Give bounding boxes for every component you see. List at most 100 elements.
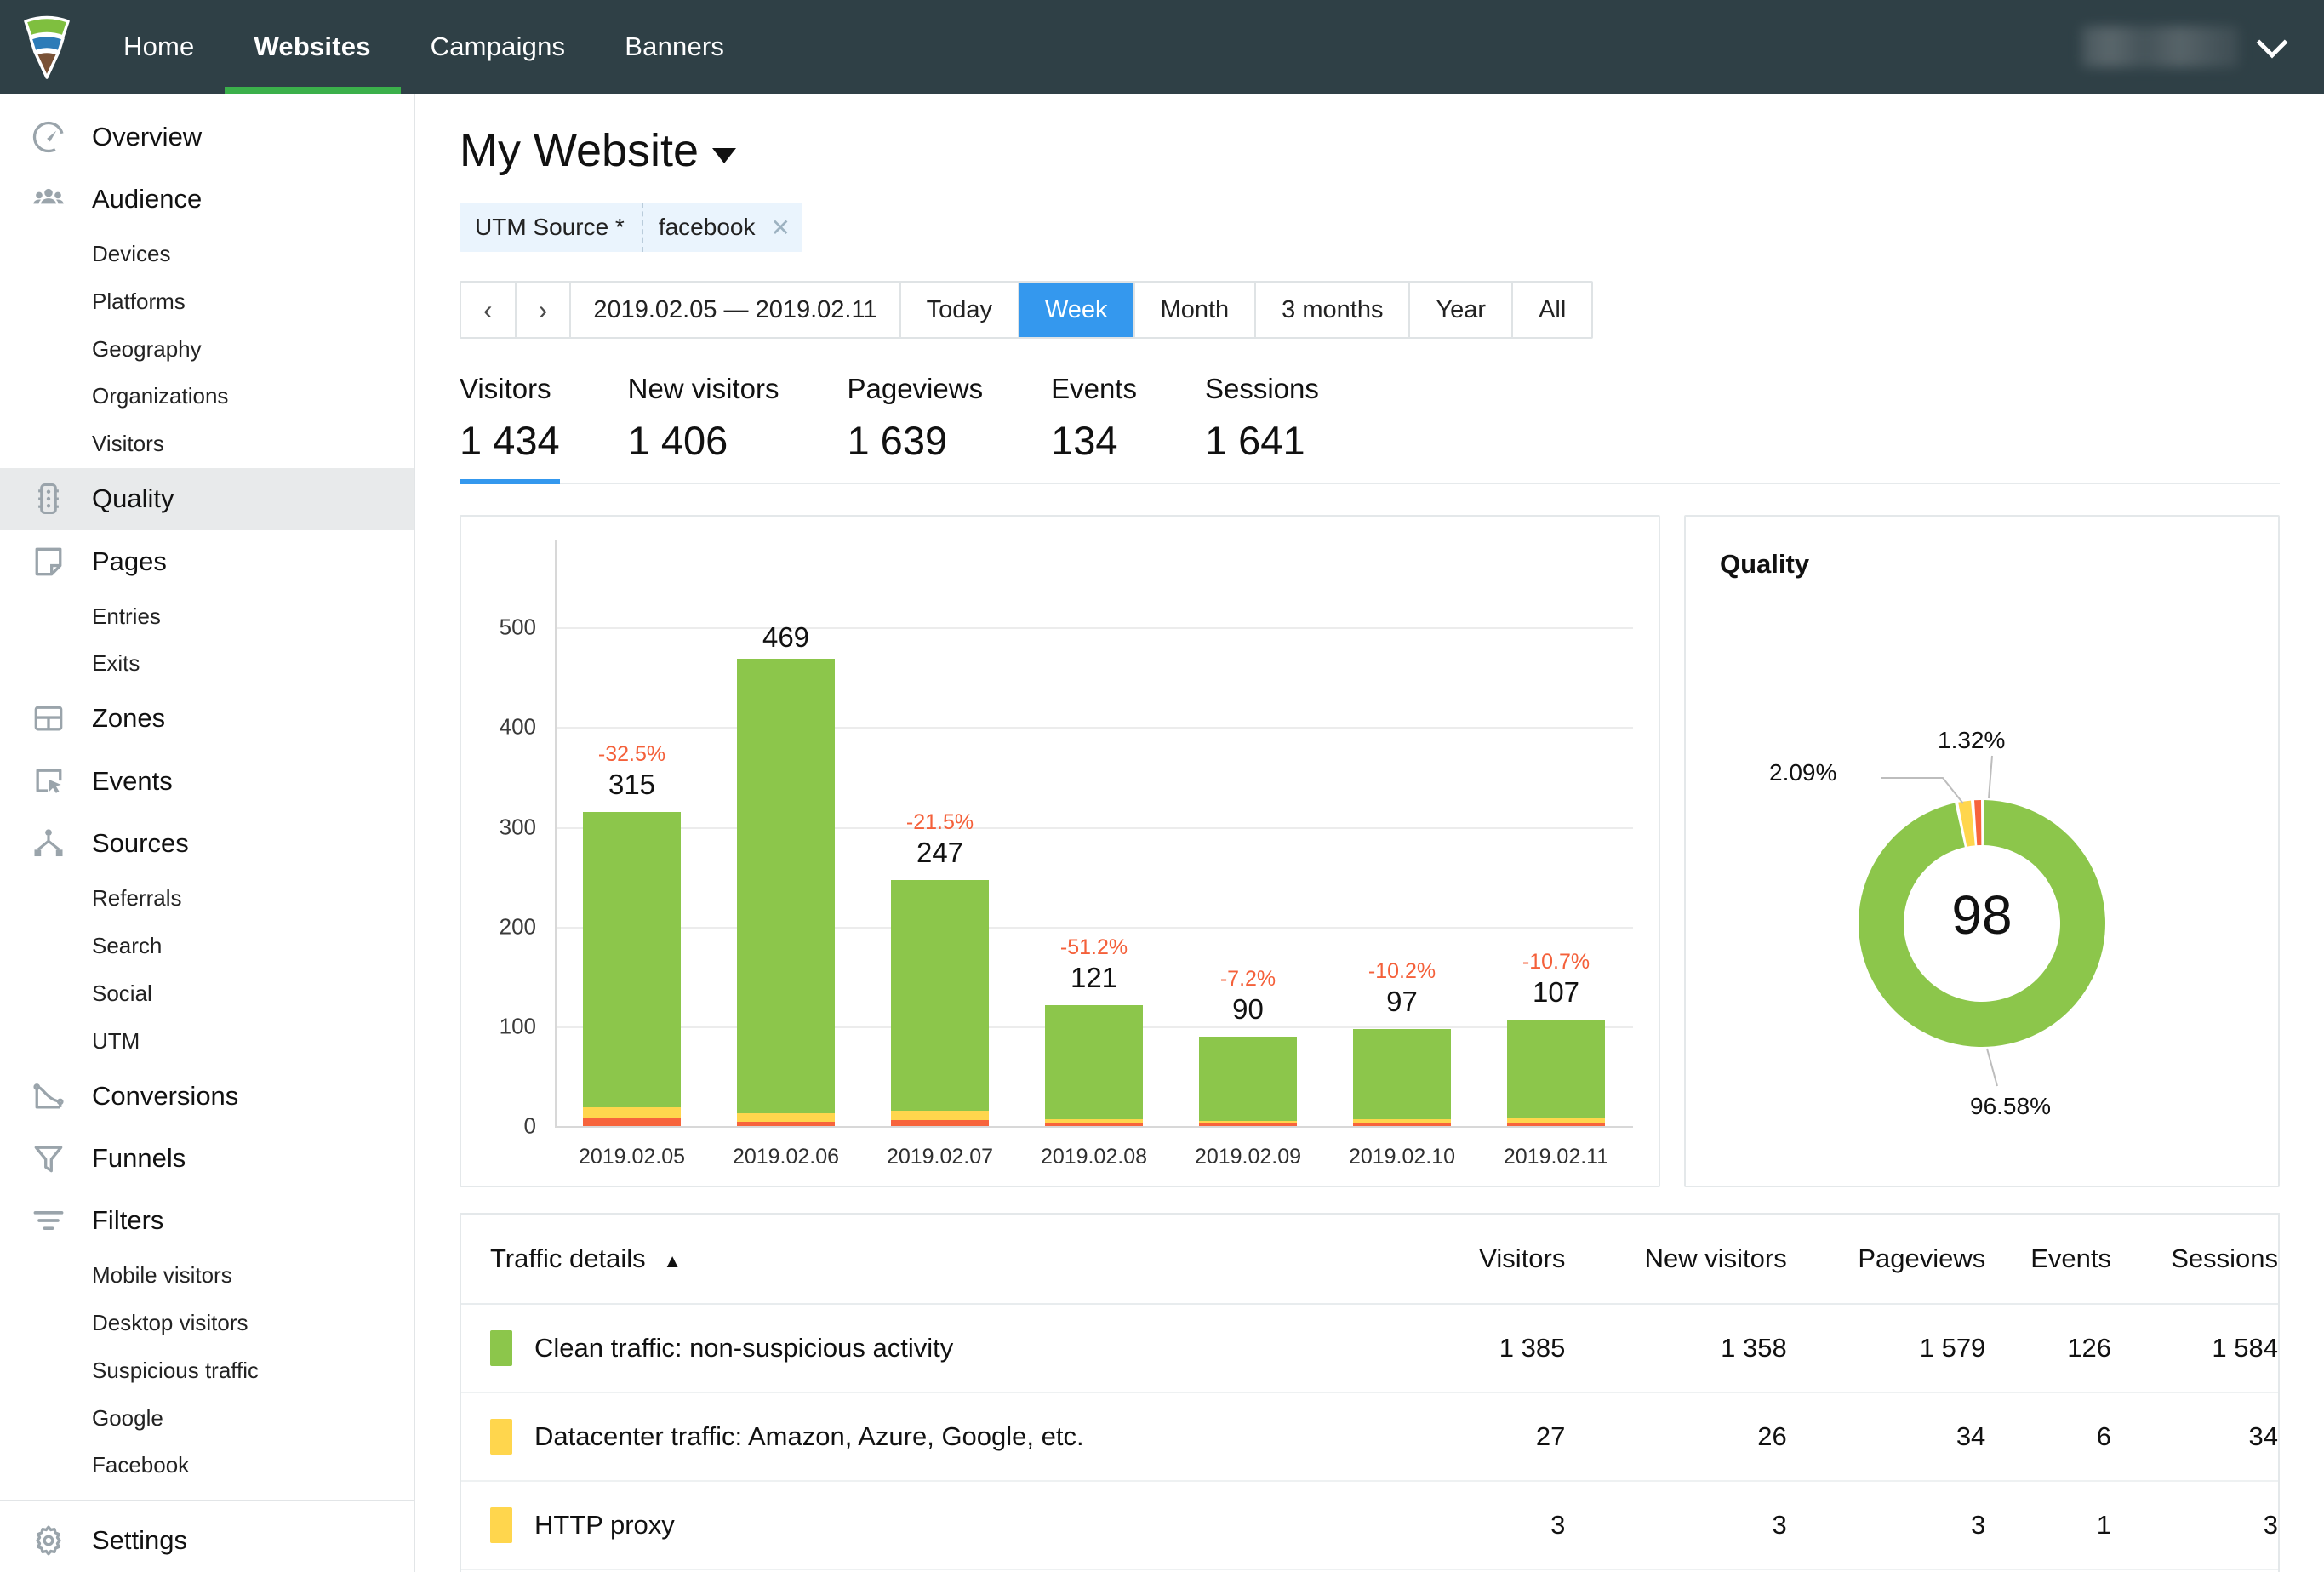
user-menu[interactable] (2081, 0, 2324, 94)
sidebar-subitem-entries[interactable]: Entries (0, 592, 414, 640)
column-header-events[interactable]: Events (1985, 1215, 2111, 1305)
sidebar-item-funnels[interactable]: Funnels (0, 1127, 414, 1189)
bar-2019.02.06[interactable] (737, 658, 835, 1126)
y-axis-tick-label: 500 (499, 614, 536, 640)
bar-stack (1199, 1036, 1297, 1126)
column-header-new-visitors[interactable]: New visitors (1565, 1215, 1787, 1305)
bar-segment-0 (1199, 1036, 1297, 1122)
bar-segment-0 (1045, 1005, 1143, 1119)
cell-new-visitors: 26 (1565, 1392, 1787, 1482)
app-logo[interactable] (0, 0, 94, 94)
sidebar-subitem-platforms[interactable]: Platforms (0, 277, 414, 325)
nav-item-home[interactable]: Home (94, 0, 225, 94)
close-icon[interactable]: ✕ (770, 214, 790, 242)
cell-new-visitors: 1 358 (1565, 1304, 1787, 1393)
sidebar-item-quality[interactable]: Quality (0, 467, 414, 530)
nav-item-campaigns[interactable]: Campaigns (401, 0, 596, 94)
donut-slice-0[interactable] (1859, 800, 2105, 1047)
column-header-visitors[interactable]: Visitors (1430, 1215, 1566, 1305)
bar-2019.02.09[interactable] (1199, 1036, 1297, 1126)
sidebar-subitem-label: Devices (92, 240, 171, 266)
sidebar-item-settings[interactable]: Settings (0, 1510, 414, 1572)
sidebar-subitem-search[interactable]: Search (0, 922, 414, 969)
quality-donut-chart[interactable]: 98 1.32% 2.09% 96.58% (1686, 644, 2278, 1186)
cell-sessions: 1 584 (2110, 1304, 2278, 1393)
date-preset-week[interactable]: Week (1019, 283, 1135, 337)
bar-2019.02.08[interactable] (1045, 1005, 1143, 1126)
sidebar-subitem-social[interactable]: Social (0, 969, 414, 1017)
page-title[interactable]: My Website (460, 124, 2280, 177)
sidebar-subitem-google[interactable]: Google (0, 1394, 414, 1442)
donut-card-title: Quality (1720, 549, 1810, 579)
sidebar-subitem-utm[interactable]: UTM (0, 1017, 414, 1065)
funnel-logo-icon (24, 15, 70, 79)
bar-2019.02.05[interactable] (583, 812, 681, 1126)
filter-chip-utm-source[interactable]: UTM Source * facebook ✕ (460, 203, 802, 252)
sidebar-subitem-exits[interactable]: Exits (0, 640, 414, 688)
chevron-right-icon[interactable]: › (516, 283, 572, 337)
donut-label-datacenter: 2.09% (1769, 759, 1837, 786)
sidebar-item-pages[interactable]: Pages (0, 530, 414, 592)
kpi-tab-new-visitors[interactable]: New visitors 1 406 (628, 373, 779, 483)
table-row[interactable]: Clean traffic: non-suspicious activity 1 … (461, 1304, 2278, 1393)
kpi-tab-events[interactable]: Events 134 (1051, 373, 1137, 483)
sidebar-item-sources[interactable]: Sources (0, 812, 414, 874)
sidebar-item-label: Overview (92, 121, 203, 151)
sidebar-item-zones[interactable]: Zones (0, 688, 414, 750)
sort-ascending-icon[interactable]: ▲ (663, 1250, 682, 1272)
kpi-tab-pageviews[interactable]: Pageviews 1 639 (847, 373, 983, 483)
date-preset-3-months[interactable]: 3 months (1256, 283, 1411, 337)
sidebar-subitem-mobile-visitors[interactable]: Mobile visitors (0, 1252, 414, 1300)
sidebar-item-label: Audience (92, 183, 203, 214)
table-title-cell[interactable]: Traffic details ▲ (461, 1215, 1431, 1305)
cell-events: 126 (1985, 1304, 2111, 1393)
table-row[interactable]: HTTP proxy 3 3 3 1 3 (461, 1481, 2278, 1570)
bar-value-group: -10.7% 107 (1446, 950, 1667, 1009)
date-preset-month[interactable]: Month (1134, 283, 1257, 337)
sidebar-item-filters[interactable]: Filters (0, 1189, 414, 1251)
sidebar-subitem-facebook[interactable]: Facebook (0, 1442, 414, 1489)
kpi-value: 1 434 (460, 418, 560, 463)
date-range-display[interactable]: 2019.02.05 — 2019.02.11 (571, 283, 901, 337)
column-header-pageviews[interactable]: Pageviews (1786, 1215, 1986, 1305)
sidebar-subitem-label: Referrals (92, 884, 182, 911)
sidebar-subitem-devices[interactable]: Devices (0, 230, 414, 277)
x-axis-tick-label: 2019.02.07 (886, 1145, 994, 1169)
bar-2019.02.11[interactable] (1507, 1019, 1605, 1126)
sidebar-item-events[interactable]: Events (0, 750, 414, 812)
row-label: HTTP proxy (534, 1510, 675, 1540)
date-preset-today[interactable]: Today (900, 283, 1019, 337)
date-preset-all[interactable]: All (1513, 283, 1592, 337)
stacked-bar-chart[interactable]: 0 100 200 300 400 500 -32.5% 315 2019.02.05 469 20… (461, 517, 1659, 1186)
sidebar-subitem-desktop-visitors[interactable]: Desktop visitors (0, 1299, 414, 1346)
traffic-bar-chart-card: 0 100 200 300 400 500 -32.5% 315 2019.02.05 469 20… (460, 515, 1660, 1187)
chevron-left-icon[interactable]: ‹ (461, 283, 517, 337)
sidebar-subitem-visitors[interactable]: Visitors (0, 420, 414, 468)
donut-leader-line (1988, 755, 1993, 799)
bar-value-group: -21.5% 247 (830, 810, 1051, 869)
y-axis-tick-label: 100 (499, 1013, 536, 1039)
sidebar-subitem-suspicious-traffic[interactable]: Suspicious traffic (0, 1346, 414, 1394)
column-header-sessions[interactable]: Sessions (2110, 1215, 2278, 1305)
sidebar-item-conversions[interactable]: Conversions (0, 1065, 414, 1127)
sidebar-item-audience[interactable]: Audience (0, 168, 414, 230)
nav-item-banners[interactable]: Banners (595, 0, 754, 94)
chevron-down-icon (2256, 26, 2288, 59)
filter-chip-key: UTM Source * (460, 203, 643, 252)
sidebar-subitem-referrals[interactable]: Referrals (0, 875, 414, 923)
sidebar-subitem-organizations[interactable]: Organizations (0, 373, 414, 420)
y-axis-tick-label: 300 (499, 814, 536, 840)
main-content: My Website UTM Source * facebook ✕ ‹ › 2… (415, 94, 2324, 1572)
nav-item-websites[interactable]: Websites (224, 0, 401, 94)
date-preset-year[interactable]: Year (1410, 283, 1514, 337)
bar-2019.02.10[interactable] (1353, 1029, 1451, 1126)
table-row[interactable]: Datacenter traffic: Amazon, Azure, Googl… (461, 1392, 2278, 1482)
bar-stack (891, 879, 989, 1126)
sidebar-item-overview[interactable]: Overview (0, 106, 414, 168)
kpi-tab-sessions[interactable]: Sessions 1 641 (1205, 373, 1319, 483)
sidebar-subitem-geography[interactable]: Geography (0, 325, 414, 373)
bar-2019.02.07[interactable] (891, 879, 989, 1126)
kpi-tab-visitors[interactable]: Visitors 1 434 (460, 373, 560, 484)
donut-slice-2[interactable] (1974, 800, 1982, 846)
active-filters: UTM Source * facebook ✕ (460, 203, 2280, 252)
